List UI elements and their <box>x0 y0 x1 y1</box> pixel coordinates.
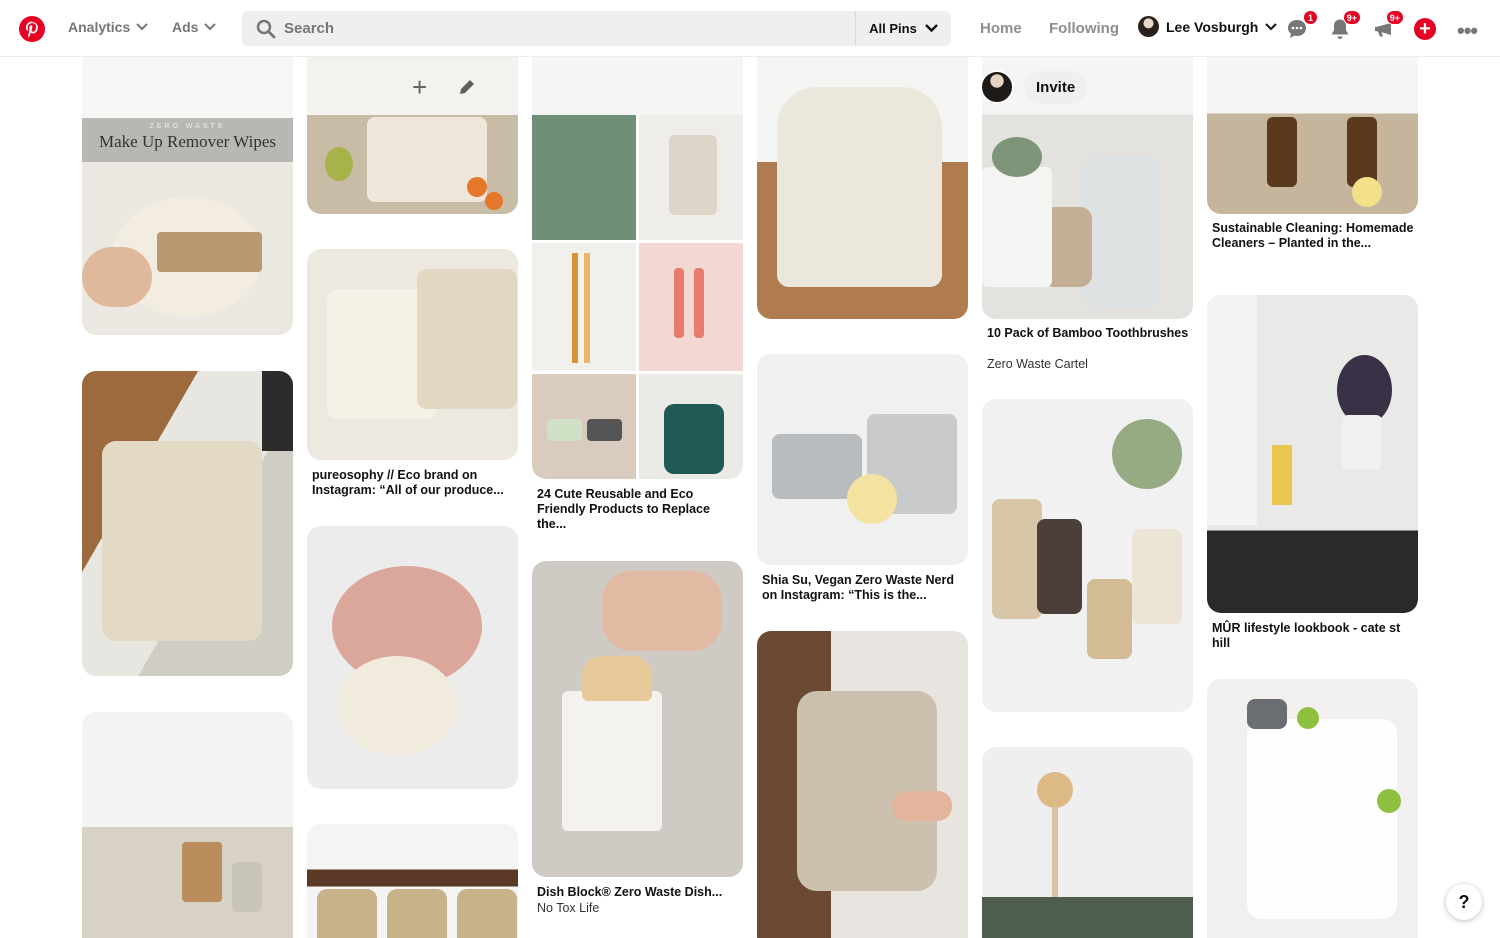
pin-mesh-bag-image[interactable] <box>757 57 968 319</box>
pin-cute-products-title[interactable]: 24 Cute Reusable and Eco Friendly Produc… <box>537 487 742 532</box>
pin-dish-block-source: No Tox Life <box>537 901 600 915</box>
search-scope-label: All Pins <box>869 21 917 36</box>
pin-linen-bag-image[interactable] <box>757 631 968 938</box>
pin-produce-bags-limes-image[interactable] <box>1207 679 1418 938</box>
banner-title: Make Up Remover Wipes <box>99 132 276 151</box>
ads-label: Ads <box>172 19 199 35</box>
pin-mur-lookbook-image[interactable] <box>1207 295 1418 613</box>
plus-icon: + <box>1419 18 1431 40</box>
pin-pantry-image[interactable] <box>82 712 293 938</box>
pin-mur-title[interactable]: MÛR lifestyle lookbook - cate st hill <box>1212 621 1417 651</box>
create-pin-button[interactable]: + <box>1414 18 1436 40</box>
search-icon <box>256 19 276 39</box>
chevron-down-icon <box>1265 22 1278 30</box>
pin-products-collage-image[interactable] <box>532 57 743 479</box>
pin-cleaning-title[interactable]: Sustainable Cleaning: Homemade Cleaners … <box>1212 221 1417 251</box>
ellipsis-icon: ••• <box>1457 18 1478 43</box>
messages-badge: 1 <box>1303 10 1318 25</box>
top-header: Analytics Ads Search All Pins Home Follo… <box>0 0 1500 57</box>
updates-badge: 9+ <box>1385 10 1404 25</box>
updates-button[interactable]: 9+ <box>1371 10 1404 41</box>
pin-pantry-jars-image[interactable] <box>982 399 1193 712</box>
pin-dish-block-title[interactable]: Dish Block® Zero Waste Dish... <box>537 885 742 900</box>
pin-shia-su-title[interactable]: Shia Su, Vegan Zero Waste Nerd on Instag… <box>762 573 967 603</box>
nav-following[interactable]: Following <box>1049 20 1119 37</box>
analytics-label: Analytics <box>68 19 131 35</box>
analytics-dropdown[interactable]: Analytics <box>68 19 148 35</box>
pin-brush-caddy-image[interactable] <box>982 747 1193 938</box>
avatar <box>1138 16 1159 37</box>
invite-collaborator: Invite <box>980 70 1088 104</box>
pin-baskets-image[interactable] <box>307 824 518 938</box>
banner-small-text: ZERO WASTE <box>149 123 226 130</box>
avatar <box>980 70 1014 104</box>
pin-dish-block-image[interactable] <box>532 561 743 877</box>
pencil-icon <box>460 80 474 94</box>
search-input[interactable]: Search <box>284 20 334 37</box>
nav-home[interactable]: Home <box>980 20 1022 37</box>
pin-mesh-bags-image[interactable] <box>82 371 293 676</box>
search-scope-dropdown[interactable]: All Pins <box>855 11 951 46</box>
pin-bamboo-source: Zero Waste Cartel <box>987 357 1088 371</box>
pin-string-bags-image[interactable] <box>307 526 518 789</box>
plus-icon: + <box>412 72 428 102</box>
user-name: Lee Vosburgh <box>1166 18 1259 35</box>
pin-pureosophy-image[interactable] <box>307 249 518 460</box>
notifications-badge: 9+ <box>1342 10 1361 25</box>
add-pin-button[interactable]: + <box>412 72 427 103</box>
invite-button[interactable]: Invite <box>1024 70 1088 104</box>
pin-shia-su-image[interactable] <box>757 354 968 565</box>
help-button[interactable]: ? <box>1446 884 1482 920</box>
chevron-down-icon <box>924 24 938 33</box>
search-bar[interactable]: Search All Pins <box>242 11 951 46</box>
pin-cleaning-image[interactable] <box>1207 57 1418 214</box>
chevron-down-icon <box>204 23 217 31</box>
ads-dropdown[interactable]: Ads <box>172 19 217 35</box>
pinterest-logo-icon[interactable] <box>19 16 45 42</box>
edit-pin-button[interactable] <box>456 74 478 105</box>
pin-pureosophy-title[interactable]: pureosophy // Eco brand on Instagram: “A… <box>312 468 517 498</box>
pin-makeup-wipes-image[interactable] <box>82 57 293 335</box>
pin-bamboo-title[interactable]: 10 Pack of Bamboo Toothbrushes <box>987 326 1192 341</box>
makeup-wipes-banner: ZERO WASTE Make Up Remover Wipes <box>82 118 293 162</box>
chevron-down-icon <box>136 23 148 31</box>
messages-button[interactable]: 1 <box>1285 10 1318 41</box>
notifications-button[interactable]: 9+ <box>1328 10 1361 41</box>
user-menu[interactable]: Lee Vosburgh <box>1138 16 1278 37</box>
more-options-button[interactable]: ••• <box>1457 18 1478 44</box>
